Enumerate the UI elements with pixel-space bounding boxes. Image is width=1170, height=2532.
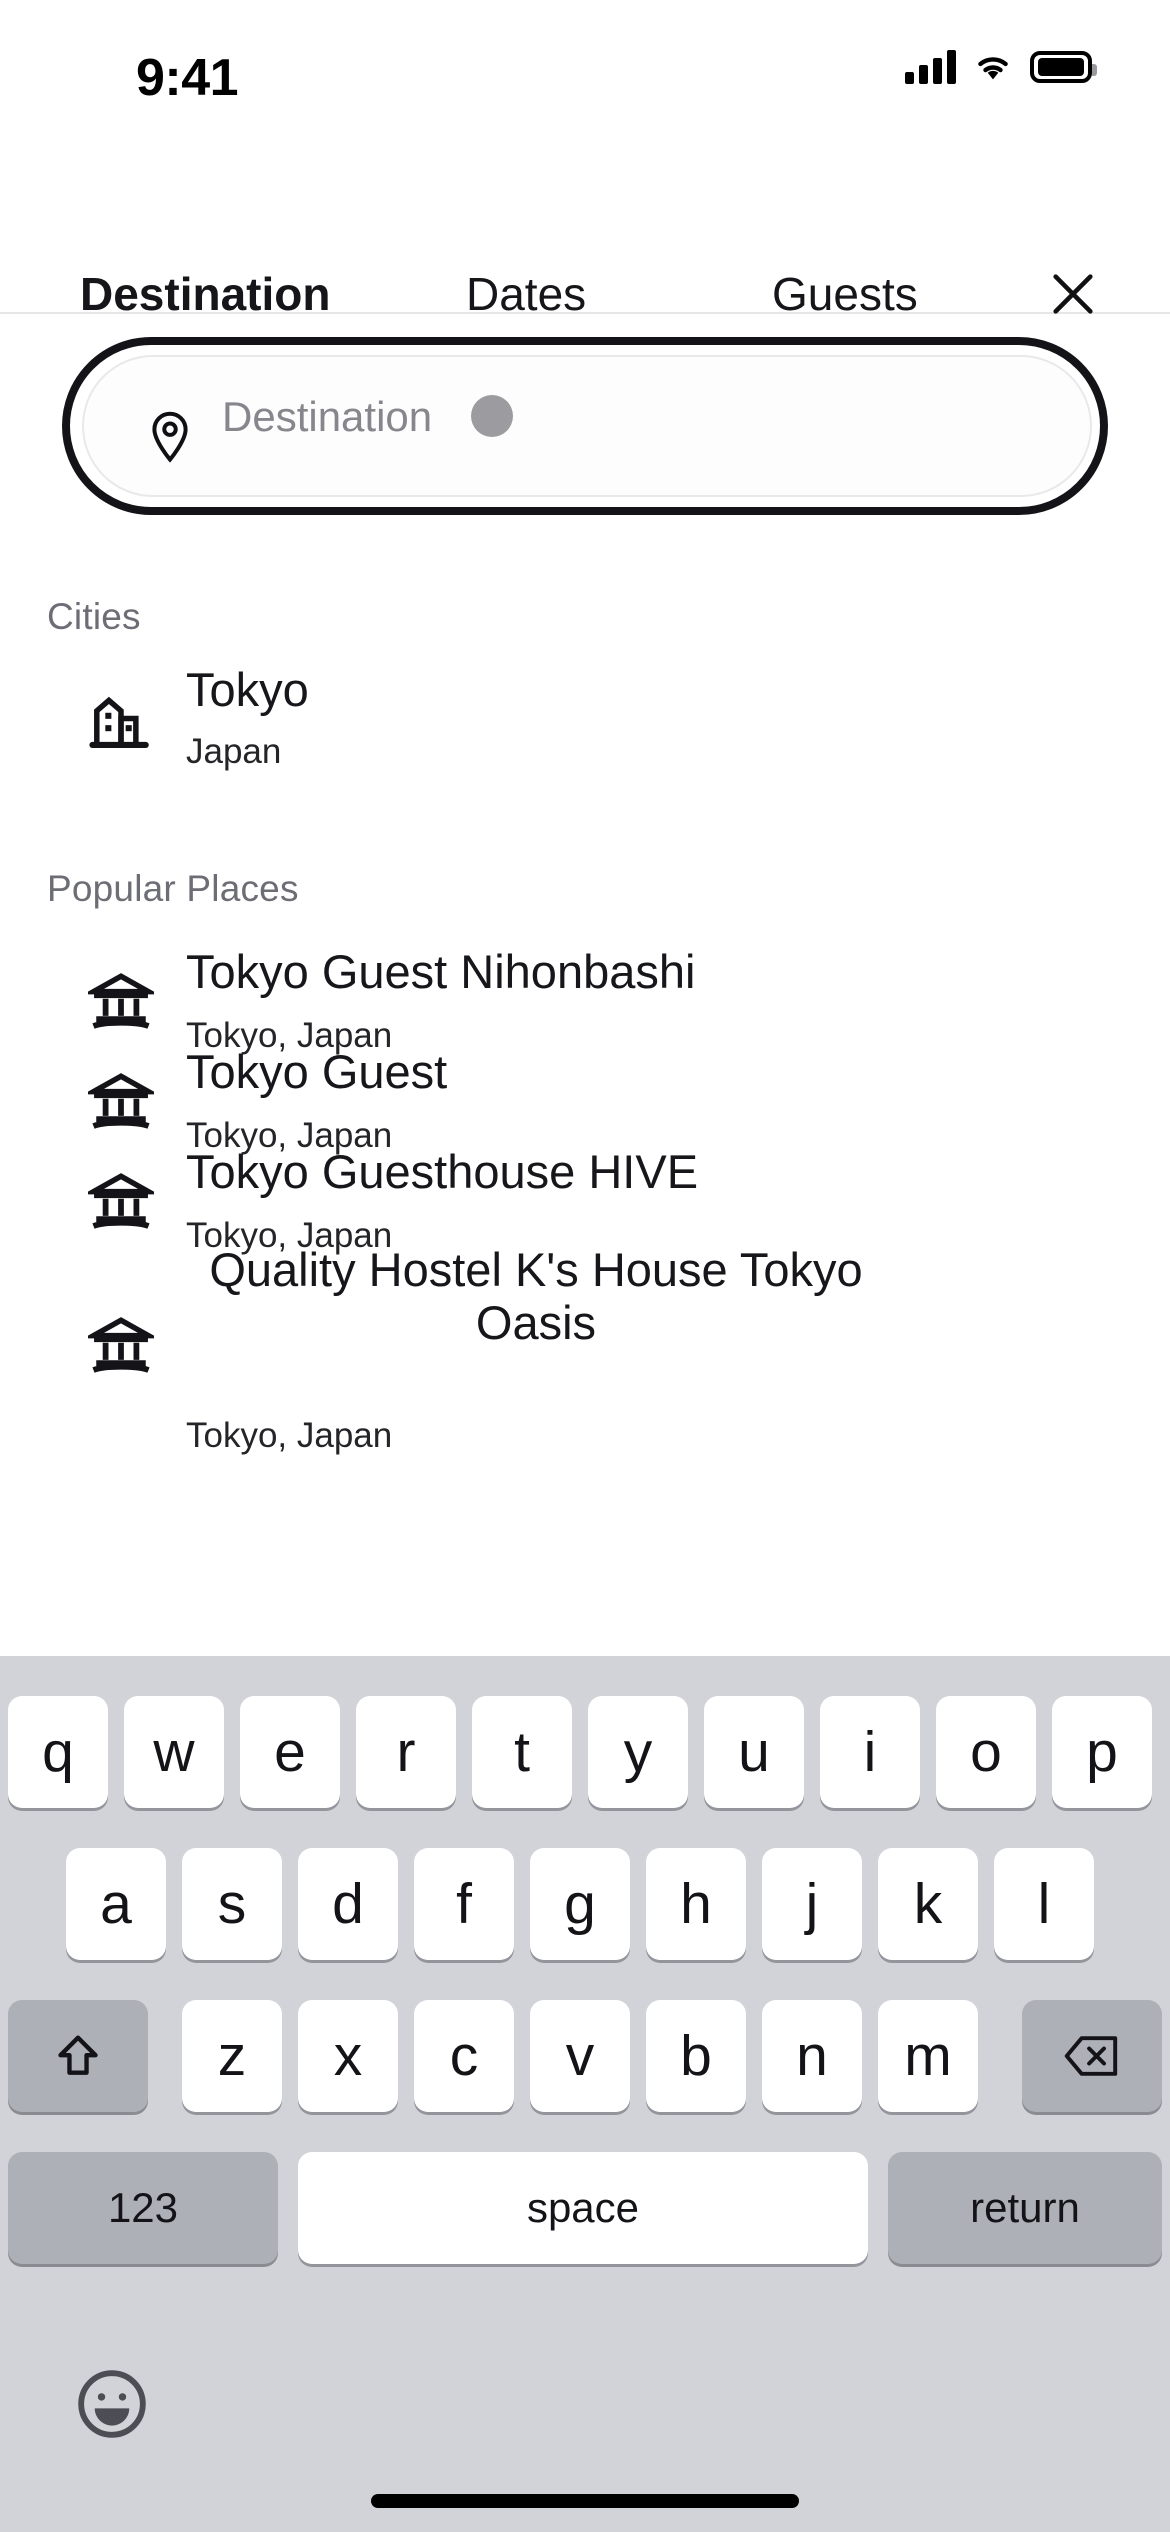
list-item-subtitle: Tokyo, Japan — [186, 1416, 393, 1455]
section-header-cities: Cities — [47, 596, 141, 637]
key-v[interactable]: v — [530, 2000, 630, 2112]
key-k[interactable]: k — [878, 1848, 978, 1960]
section-header-popular-places: Popular Places — [47, 868, 299, 909]
emoji-key[interactable] — [75, 2367, 149, 2441]
landmark-icon — [88, 1317, 154, 1373]
key-b[interactable]: b — [646, 2000, 746, 2112]
key-u[interactable]: u — [704, 1696, 804, 1808]
landmark-icon — [88, 1173, 154, 1229]
status-bar: 9:41 — [0, 0, 1170, 107]
key-o[interactable]: o — [936, 1696, 1036, 1808]
key-w[interactable]: w — [124, 1696, 224, 1808]
key-p[interactable]: p — [1052, 1696, 1152, 1808]
key-l[interactable]: l — [994, 1848, 1094, 1960]
key-d[interactable]: d — [298, 1848, 398, 1960]
battery-full-icon — [1030, 51, 1097, 83]
space-key[interactable]: space — [298, 2152, 868, 2264]
home-indicator — [371, 2494, 799, 2508]
landmark-icon — [88, 973, 154, 1029]
key-c[interactable]: c — [414, 2000, 514, 2112]
emoji-smiley-icon — [78, 2370, 146, 2438]
key-t[interactable]: t — [472, 1696, 572, 1808]
key-y[interactable]: y — [588, 1696, 688, 1808]
landmark-icon — [88, 1073, 154, 1129]
list-item-tokyo[interactable]: Tokyo Japan — [0, 660, 1170, 780]
status-time: 9:41 — [136, 49, 239, 107]
backspace-icon — [1064, 2036, 1118, 2076]
tab-dates[interactable]: Dates — [466, 267, 586, 321]
key-x[interactable]: x — [298, 2000, 398, 2112]
status-indicators — [905, 50, 1097, 84]
app-screen: 9:41 Destination Dates Guests Destinatio… — [0, 0, 1170, 2532]
list-item-title: Tokyo Guesthouse HIVE — [186, 1145, 699, 1198]
close-button[interactable] — [1038, 259, 1108, 329]
list-item-title: Tokyo Guest Nihonbashi — [186, 945, 696, 998]
tab-guests[interactable]: Guests — [772, 267, 918, 321]
numbers-key[interactable]: 123 — [8, 2152, 278, 2264]
key-f[interactable]: f — [414, 1848, 514, 1960]
key-a[interactable]: a — [66, 1848, 166, 1960]
close-icon — [1053, 274, 1093, 314]
list-item-quality-hostel-ks-house-tokyo-oasis[interactable]: Quality Hostel K's House Tokyo Oasis Tok… — [0, 1243, 1170, 1455]
shift-icon — [58, 2035, 98, 2075]
search-input[interactable]: Destination — [222, 393, 432, 441]
key-h[interactable]: h — [646, 1848, 746, 1960]
city-buildings-icon — [89, 696, 149, 748]
key-n[interactable]: n — [762, 2000, 862, 2112]
list-item-title: Tokyo Guest — [186, 1045, 448, 1098]
cellular-signal-icon — [905, 50, 956, 84]
key-i[interactable]: i — [820, 1696, 920, 1808]
key-j[interactable]: j — [762, 1848, 862, 1960]
list-item-title: Quality Hostel K's House Tokyo Oasis — [209, 1243, 863, 1349]
location-pin-icon — [152, 411, 188, 463]
return-key[interactable]: return — [888, 2152, 1162, 2264]
key-e[interactable]: e — [240, 1696, 340, 1808]
backspace-key[interactable] — [1022, 2000, 1162, 2112]
key-g[interactable]: g — [530, 1848, 630, 1960]
key-m[interactable]: m — [878, 2000, 978, 2112]
shift-key[interactable] — [8, 2000, 148, 2112]
list-item-subtitle: Japan — [186, 732, 282, 771]
wifi-icon — [978, 57, 1008, 80]
key-r[interactable]: r — [356, 1696, 456, 1808]
key-z[interactable]: z — [182, 2000, 282, 2112]
tab-bar: Destination Dates Guests — [0, 104, 1170, 415]
search-cursor-dot — [471, 395, 513, 437]
tab-destination[interactable]: Destination — [80, 267, 330, 321]
key-q[interactable]: q — [8, 1696, 108, 1808]
key-s[interactable]: s — [182, 1848, 282, 1960]
list-item-title: Tokyo — [186, 663, 309, 716]
destination-search-field[interactable]: Destination — [62, 337, 1108, 515]
on-screen-keyboard: q w e r t y u i o p a s d f g h j k l z … — [0, 1656, 1170, 2532]
